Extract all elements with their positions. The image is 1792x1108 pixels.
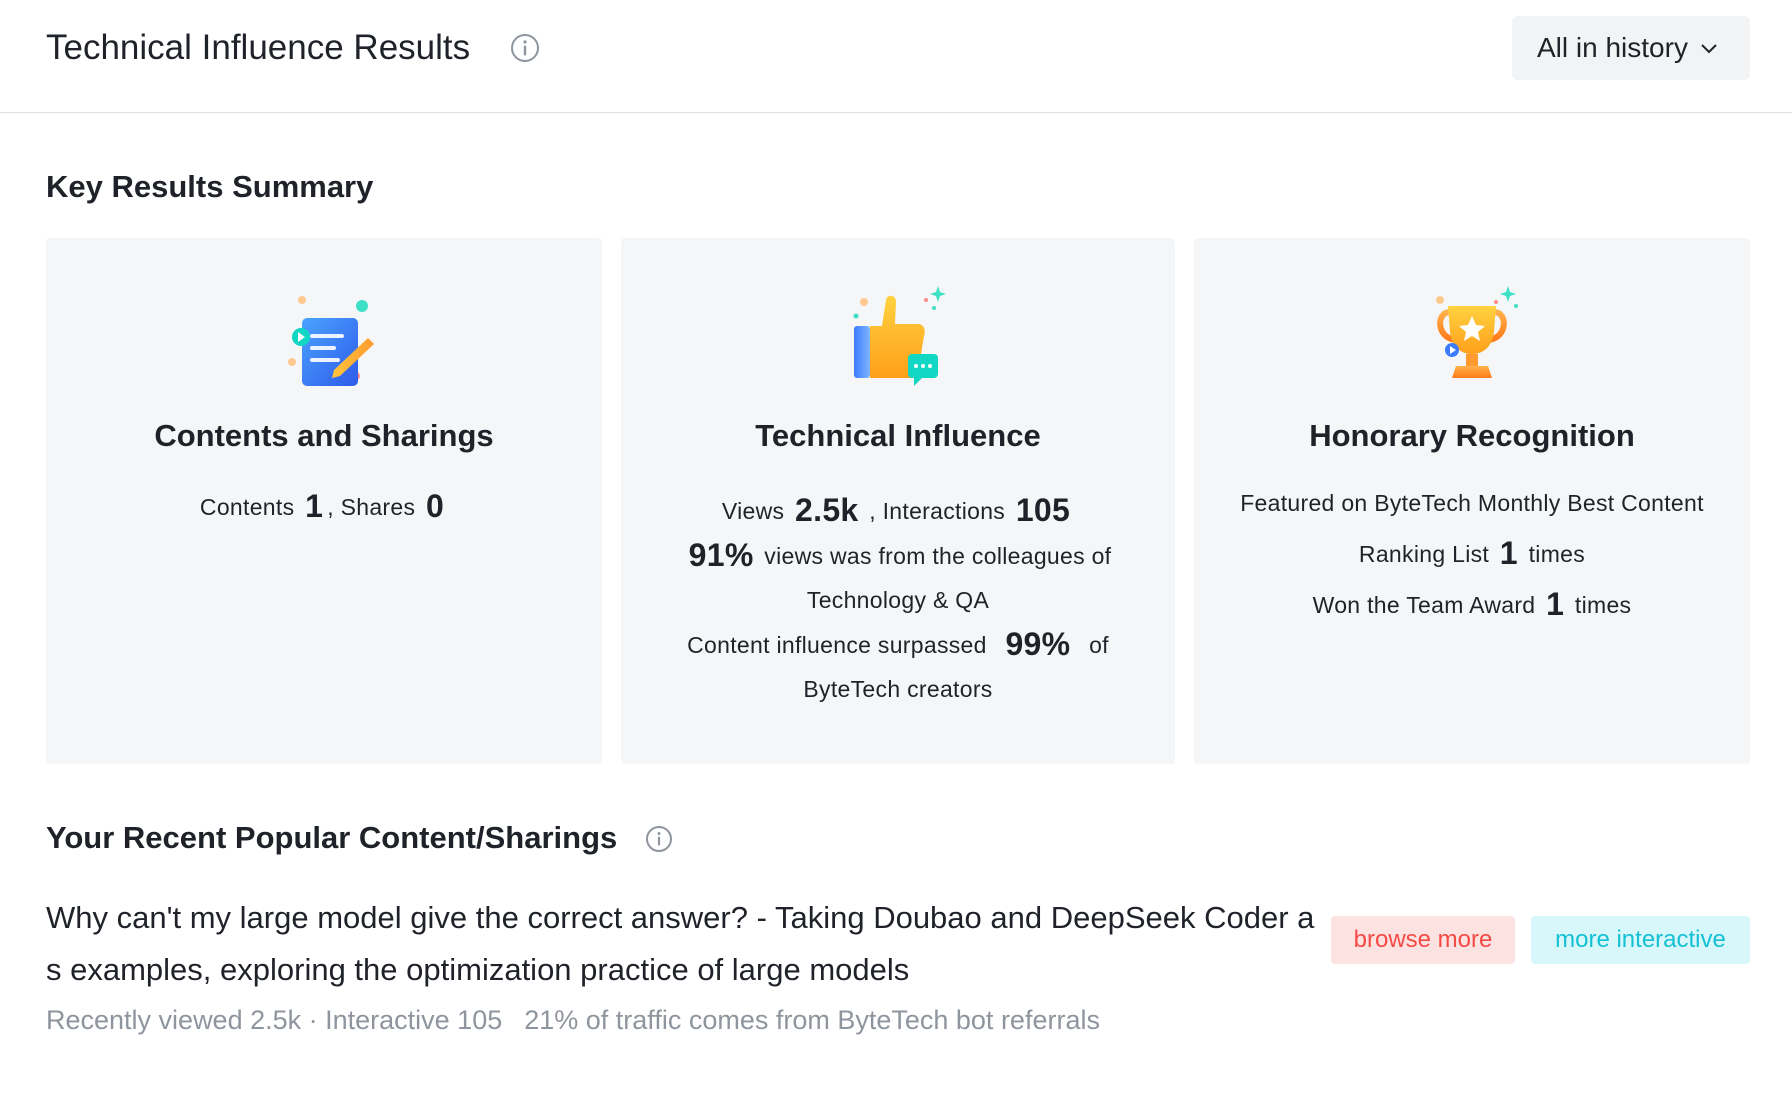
time-range-select[interactable]: All in history (1512, 16, 1750, 80)
trophy-icon (1412, 280, 1532, 390)
surpassed-line-2: ByteTech creators (803, 676, 993, 702)
colleagues-percent: 91% (688, 537, 754, 573)
time-range-value: All in history (1537, 32, 1688, 63)
views-interactions-line: Views 2.5k , Interactions 105 (641, 488, 1155, 533)
award-line: Won the Team Award 1 times (1214, 579, 1730, 630)
card-title: Technical Influence (755, 418, 1041, 453)
contents-label: Contents (199, 494, 295, 520)
interactions-value: 105 (1015, 492, 1071, 528)
surpassed-line: Content influence surpassed 99% of (641, 622, 1155, 667)
featured-label: Ranking List (1358, 541, 1490, 567)
award-times: times (1574, 592, 1632, 618)
article-traffic: 21% of traffic comes from ByteTech bot r… (524, 1005, 1100, 1035)
featured-line-2: Ranking List 1 times (1214, 528, 1730, 579)
popular-title: Your Recent Popular Content/Sharings (46, 820, 618, 855)
surpassed-label: Content influence surpassed (687, 632, 987, 658)
summary-title: Key Results Summary (46, 169, 374, 204)
surpassed-of: of (1089, 632, 1109, 658)
views-label: Views (721, 498, 785, 524)
browse-more-tag: browse more (1331, 916, 1515, 964)
card-title: Contents and Sharings (154, 418, 494, 453)
document-edit-icon (264, 280, 384, 390)
card-title: Honorary Recognition (1309, 418, 1635, 453)
award-label: Won the Team Award (1312, 592, 1536, 618)
featured-count: 1 (1499, 535, 1518, 571)
article-meta: Recently viewed 2.5k · Interactive 105 21… (46, 1005, 1100, 1036)
award-count: 1 (1546, 586, 1565, 622)
card-honorary-recognition: Honorary Recognition Featured on ByteTec… (1194, 238, 1750, 764)
article-stats: Recently viewed 2.5k · Interactive 105 (46, 1005, 503, 1035)
views-value: 2.5k (795, 492, 859, 528)
surpassed-percent: 99% (1005, 626, 1071, 662)
shares-label: , Shares (327, 494, 416, 520)
contents-value: 1 (305, 488, 324, 524)
info-icon[interactable] (510, 33, 540, 63)
featured-times: times (1528, 541, 1586, 567)
card-technical-influence: Technical Influence Views 2.5k , Interac… (621, 238, 1175, 764)
shares-value: 0 (425, 488, 445, 524)
contents-shares-line: Contents 1, Shares 0 (66, 488, 582, 525)
more-interactive-tag: more interactive (1531, 916, 1750, 964)
colleagues-line-2: Technology & QA (806, 587, 990, 613)
info-icon[interactable] (644, 824, 674, 854)
page-title: Technical Influence Results (46, 28, 471, 67)
thumbs-up-icon (838, 280, 958, 390)
chevron-down-icon (1700, 42, 1718, 54)
page-header: Technical Influence Results All in histo… (0, 0, 1792, 113)
colleagues-line: 91% views was from the colleagues of (641, 533, 1155, 578)
interactions-label: , Interactions (869, 498, 1006, 524)
colleagues-text: views was from the colleagues of (764, 543, 1112, 569)
card-contents-sharings: Contents and Sharings Contents 1, Shares… (46, 238, 602, 764)
article-title-link[interactable]: Why can't my large model give the correc… (46, 892, 1316, 996)
featured-line: Featured on ByteTech Monthly Best Conten… (1240, 490, 1704, 516)
